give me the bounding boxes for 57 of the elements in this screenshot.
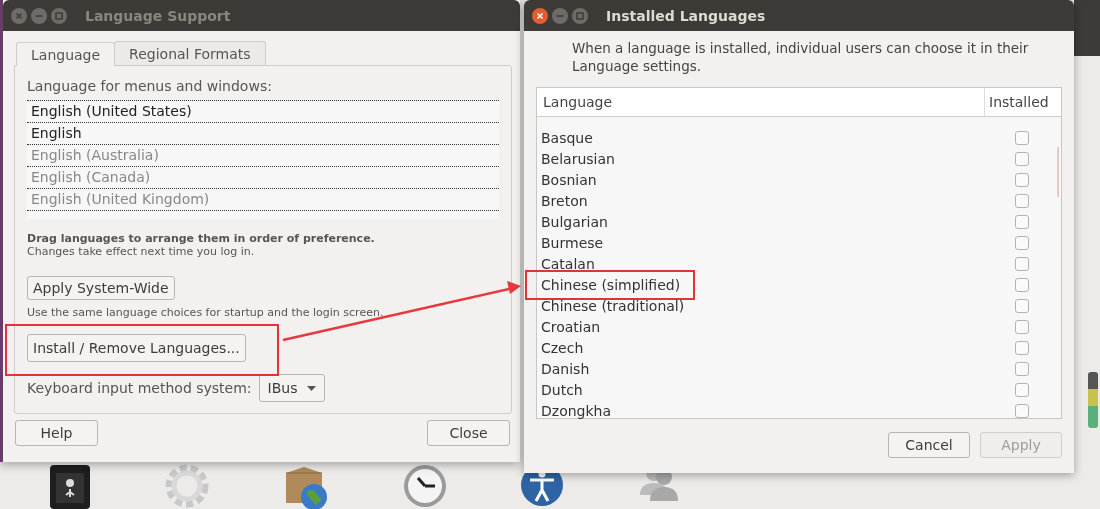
- input-method-label: Keyboard input method system:: [27, 380, 252, 396]
- safe-icon: [48, 463, 92, 509]
- checkbox[interactable]: [1015, 256, 1029, 271]
- checkbox[interactable]: [1015, 235, 1029, 250]
- apply-hint: Use the same language choices for startup and the login screen.: [27, 306, 384, 319]
- window-title: Language Support: [85, 7, 231, 24]
- language-name: Belarusian: [540, 150, 616, 167]
- level-meter-icon: [1088, 372, 1098, 428]
- language-name: Burmese: [540, 234, 605, 251]
- language-name: Chinese (simplified): [540, 276, 682, 293]
- checkbox[interactable]: [1015, 403, 1029, 418]
- install-remove-button[interactable]: Install / Remove Languages...: [27, 334, 246, 362]
- maximize-button[interactable]: [51, 7, 67, 24]
- checkbox[interactable]: [1015, 193, 1029, 208]
- checkbox[interactable]: [1015, 319, 1029, 334]
- column-header[interactable]: Installed: [984, 88, 1061, 116]
- change-hint: Changes take effect next time you log in.: [27, 245, 255, 258]
- scrollbar[interactable]: [1057, 147, 1059, 197]
- language-item[interactable]: English: [27, 123, 499, 145]
- language-name: Dutch: [540, 381, 584, 398]
- apply-system-wide-button[interactable]: Apply System-Wide: [27, 276, 175, 300]
- description-text: When a language is installed, individual users can choose it in their Language settings.: [572, 39, 1030, 75]
- checkbox[interactable]: [1015, 214, 1029, 229]
- list-label: Language for menus and windows:: [27, 78, 272, 94]
- language-item[interactable]: English (United States): [27, 101, 499, 123]
- language-name: Chinese (traditional): [540, 297, 686, 314]
- checkbox[interactable]: [1015, 382, 1029, 397]
- dialog-button[interactable]: Cancel: [888, 432, 970, 458]
- language-name: Basque: [540, 129, 594, 146]
- checkbox[interactable]: [1015, 340, 1029, 355]
- checkbox[interactable]: [1015, 277, 1029, 292]
- caret-icon: [307, 385, 317, 391]
- input-method-dropdown[interactable]: IBus: [258, 374, 326, 402]
- close-button[interactable]: [532, 7, 548, 24]
- dialog-button[interactable]: Help: [15, 420, 98, 446]
- maximize-button[interactable]: [572, 7, 588, 24]
- checkbox[interactable]: [1015, 361, 1029, 376]
- checkbox[interactable]: [1015, 130, 1029, 145]
- window-title: Installed Languages: [606, 7, 766, 24]
- tab[interactable]: Regional Formats: [114, 41, 266, 65]
- language-name: Bosnian: [540, 171, 598, 188]
- tab[interactable]: Language: [16, 42, 116, 66]
- drag-hint: Drag languages to arrange them in order of preference.: [27, 232, 375, 245]
- language-name: Croatian: [540, 318, 602, 335]
- gear-icon: [164, 463, 210, 509]
- column-header[interactable]: Language: [537, 88, 984, 116]
- language-name: Bulgarian: [540, 213, 609, 230]
- language-name: Czech: [540, 339, 585, 356]
- dialog-button[interactable]: Close: [427, 420, 510, 446]
- checkbox[interactable]: [1015, 298, 1029, 313]
- language-name: Danish: [540, 360, 591, 377]
- language-name: Breton: [540, 192, 589, 209]
- minimize-button[interactable]: [31, 7, 47, 24]
- language-name: Dzongkha: [540, 402, 612, 419]
- checkbox[interactable]: [1015, 172, 1029, 187]
- language-name: Catalan: [540, 255, 596, 272]
- checkbox[interactable]: [1015, 151, 1029, 166]
